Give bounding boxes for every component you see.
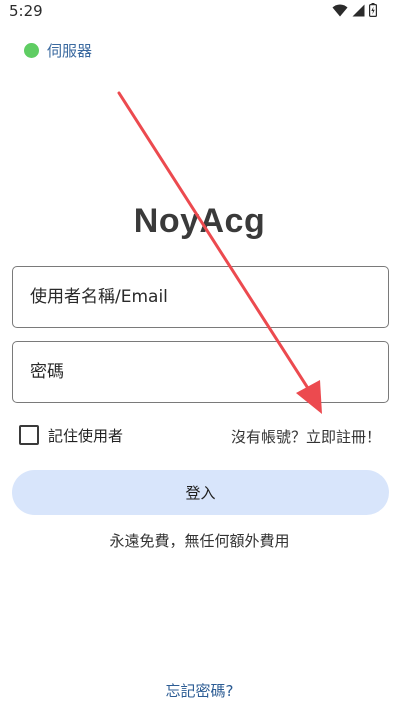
register-link[interactable]: 沒有帳號？立即註冊！ <box>231 426 381 447</box>
wifi-icon <box>332 4 348 17</box>
status-bar: 5:29 <box>0 0 399 22</box>
password-field-container <box>12 341 389 403</box>
free-note: 永遠免費，無任何額外費用 <box>109 532 290 550</box>
forgot-password-link: 忘記密碼? <box>0 680 399 701</box>
password-input[interactable] <box>13 342 388 402</box>
battery-icon <box>369 3 377 17</box>
login-button[interactable]: 登入 <box>12 470 389 515</box>
remember-label: 記住使用者 <box>48 426 124 445</box>
server-selector[interactable]: 伺服器 <box>24 40 92 60</box>
login-screen: 5:29 伺服器 NoyAcg 記住使用者 沒有帳號？立即註冊！ <box>0 0 399 712</box>
server-status-dot <box>24 42 39 58</box>
username-field-container <box>12 266 389 328</box>
remember-user-toggle[interactable]: 記住使用者 <box>19 424 123 446</box>
remember-checkbox[interactable] <box>19 425 39 445</box>
forgot-password-label[interactable]: 忘記密碼? <box>166 682 234 700</box>
username-input[interactable] <box>13 267 388 327</box>
cellular-signal-icon <box>352 4 365 17</box>
status-icons <box>332 3 377 17</box>
server-label: 伺服器 <box>47 41 93 60</box>
status-time: 5:29 <box>9 2 43 20</box>
app-logo: NoyAcg <box>133 202 266 240</box>
